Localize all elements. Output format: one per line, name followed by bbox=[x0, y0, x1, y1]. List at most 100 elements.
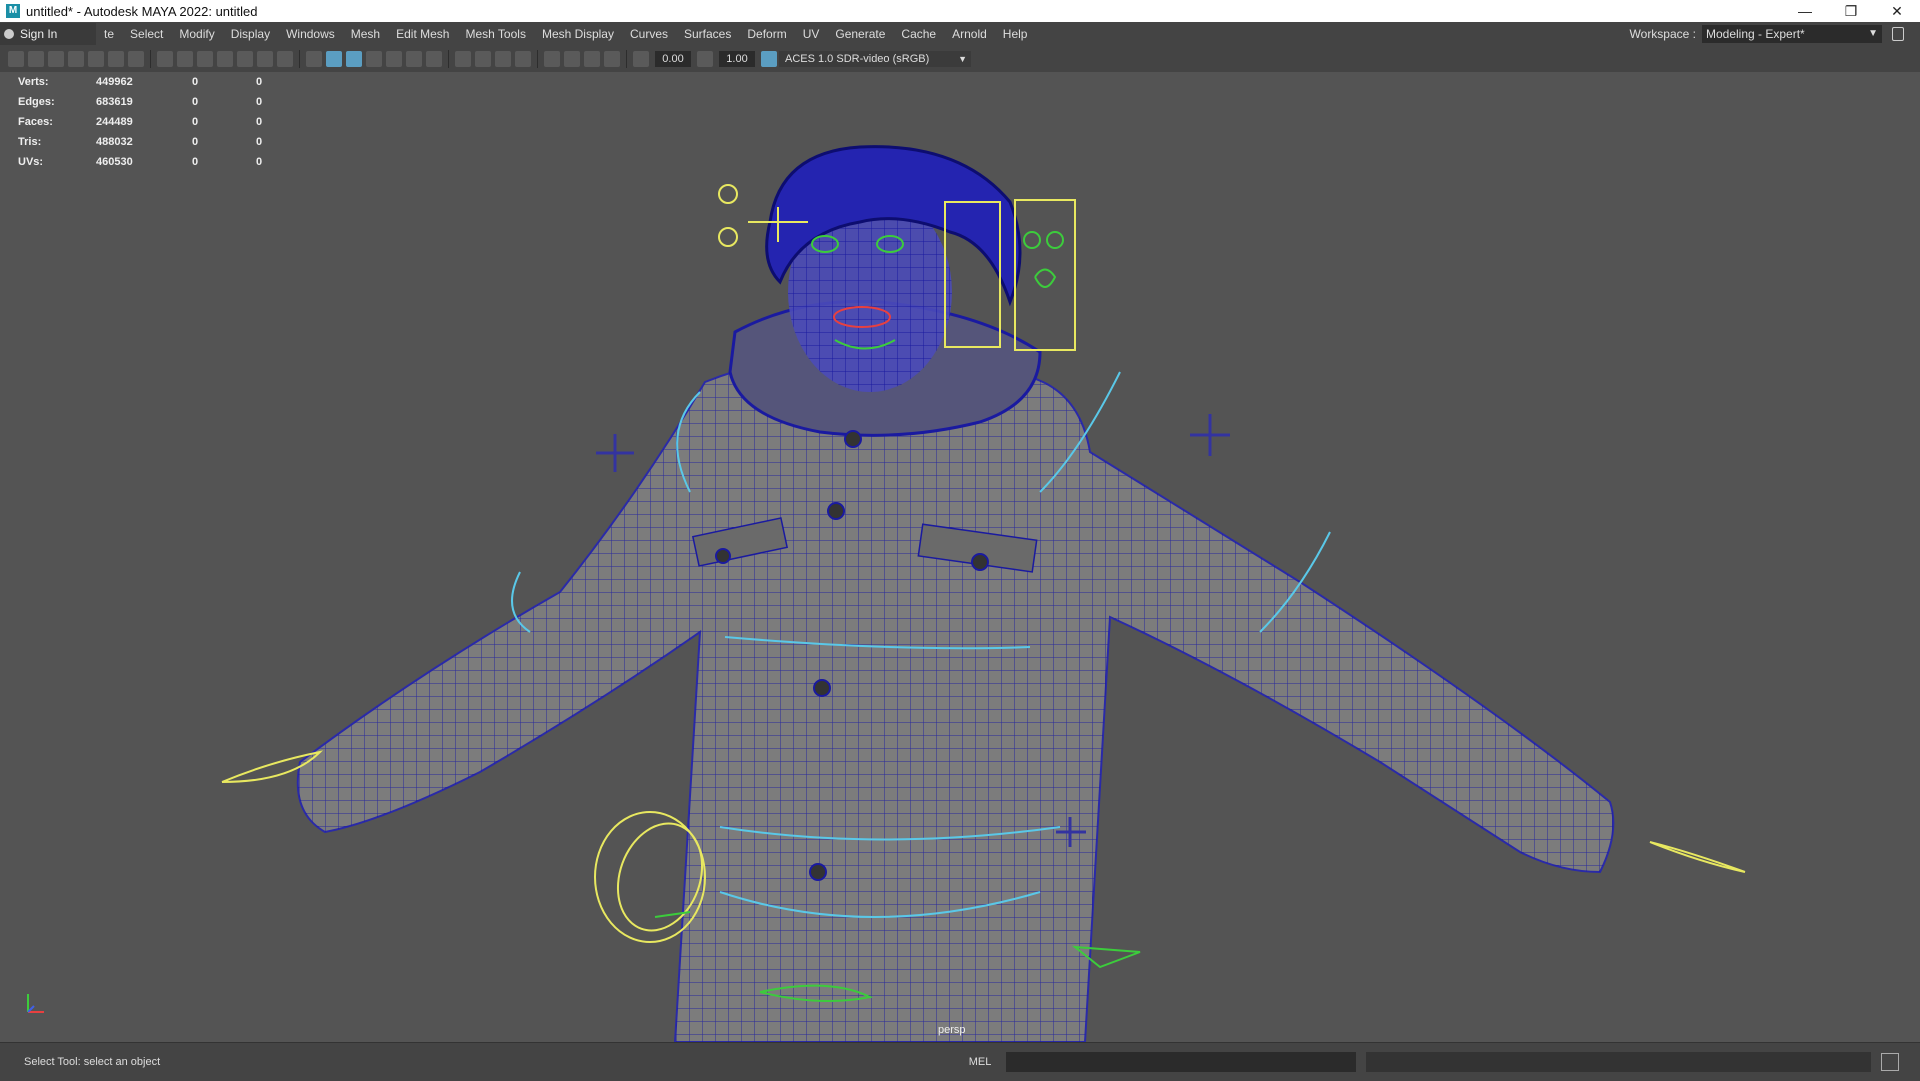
grid-icon[interactable] bbox=[157, 51, 173, 67]
window-title: untitled* - Autodesk MAYA 2022: untitled bbox=[26, 3, 258, 19]
textured-icon[interactable] bbox=[366, 51, 382, 67]
menu-deform[interactable]: Deform bbox=[739, 27, 794, 41]
bookmark-icon[interactable] bbox=[48, 51, 64, 67]
color-management-icon[interactable] bbox=[761, 51, 777, 67]
safe-action-icon[interactable] bbox=[257, 51, 273, 67]
depth-of-field-icon[interactable] bbox=[515, 51, 531, 67]
safe-title-icon[interactable] bbox=[277, 51, 293, 67]
camera-select-icon[interactable] bbox=[8, 51, 24, 67]
close-icon[interactable]: ✕ bbox=[1874, 0, 1920, 22]
menu-uv[interactable]: UV bbox=[795, 27, 828, 41]
hud-component-value: 0 bbox=[256, 76, 263, 88]
menu-file-truncated[interactable]: te bbox=[96, 27, 122, 41]
command-line-input[interactable] bbox=[1006, 1052, 1356, 1072]
workspace-dropdown[interactable]: Modeling - Expert* ▼ bbox=[1702, 25, 1882, 43]
menu-arnold[interactable]: Arnold bbox=[944, 27, 995, 41]
maya-logo-icon: M bbox=[6, 4, 20, 18]
toolbar-divider bbox=[448, 50, 449, 68]
field-chart-icon[interactable] bbox=[237, 51, 253, 67]
hud-component-value: 0 bbox=[256, 96, 263, 108]
menu-help[interactable]: Help bbox=[995, 27, 1036, 41]
menu-surfaces[interactable]: Surfaces bbox=[676, 27, 739, 41]
menu-windows[interactable]: Windows bbox=[278, 27, 343, 41]
xray-joints-icon[interactable] bbox=[564, 51, 580, 67]
grease-pencil-icon[interactable] bbox=[128, 51, 144, 67]
sign-in-label: Sign In bbox=[20, 27, 58, 41]
hud-value: 244489 bbox=[96, 116, 133, 128]
menu-mesh-display[interactable]: Mesh Display bbox=[534, 27, 622, 41]
backface-culling-icon[interactable] bbox=[604, 51, 620, 67]
menu-curves[interactable]: Curves bbox=[622, 27, 676, 41]
menu-bar: Sign In te Select Modify Display Windows… bbox=[0, 22, 1920, 46]
workspace-value: Modeling - Expert* bbox=[1706, 27, 1805, 41]
hud-label: Faces: bbox=[18, 116, 53, 128]
shadows-icon[interactable] bbox=[406, 51, 422, 67]
menu-mesh[interactable]: Mesh bbox=[343, 27, 388, 41]
menu-edit-mesh[interactable]: Edit Mesh bbox=[388, 27, 457, 41]
minimize-icon[interactable]: — bbox=[1782, 0, 1828, 22]
hud-row-uvs: UVs: 460530 0 0 bbox=[18, 152, 320, 172]
hud-selected-value: 0 bbox=[192, 136, 199, 148]
view-transform-value: ACES 1.0 SDR-video (sRGB) bbox=[785, 53, 930, 65]
scene-graphics bbox=[221, 145, 1746, 1042]
view-transform-dropdown[interactable]: ACES 1.0 SDR-video (sRGB) ▼ bbox=[779, 51, 971, 67]
restore-icon[interactable]: ❐ bbox=[1828, 0, 1874, 22]
script-editor-icon[interactable] bbox=[1881, 1053, 1899, 1071]
ambient-occlusion-icon[interactable] bbox=[455, 51, 471, 67]
image-plane-icon[interactable] bbox=[88, 51, 104, 67]
wireframe-on-shaded-icon[interactable] bbox=[346, 51, 362, 67]
script-language-label[interactable]: MEL bbox=[960, 1056, 1000, 1068]
resolution-gate-icon[interactable] bbox=[197, 51, 213, 67]
hud-row-faces: Faces: 244489 0 0 bbox=[18, 112, 320, 132]
gamma-icon[interactable] bbox=[697, 51, 713, 67]
hud-selected-value: 0 bbox=[192, 96, 199, 108]
exposure-field[interactable]: 0.00 bbox=[655, 51, 691, 67]
workspace-label: Workspace : bbox=[1629, 27, 1696, 41]
hud-row-tris: Tris: 488032 0 0 bbox=[18, 132, 320, 152]
motion-blur-icon[interactable] bbox=[475, 51, 491, 67]
isolate-select-icon[interactable] bbox=[544, 51, 560, 67]
hud-component-value: 0 bbox=[256, 116, 263, 128]
sign-in-button[interactable]: Sign In bbox=[0, 23, 96, 45]
menu-display[interactable]: Display bbox=[223, 27, 278, 41]
exposure-icon[interactable] bbox=[633, 51, 649, 67]
xray-active-components-icon[interactable] bbox=[584, 51, 600, 67]
character-model[interactable] bbox=[296, 145, 1615, 1042]
toolbar-divider bbox=[537, 50, 538, 68]
hud-row-verts: Verts: 449962 0 0 bbox=[18, 72, 320, 92]
gamma-field[interactable]: 1.00 bbox=[719, 51, 755, 67]
hud-value: 449962 bbox=[96, 76, 133, 88]
menu-generate[interactable]: Generate bbox=[827, 27, 893, 41]
hud-row-edges: Edges: 683619 0 0 bbox=[18, 92, 320, 112]
title-bar: M untitled* - Autodesk MAYA 2022: untitl… bbox=[0, 0, 1920, 22]
hud-label: UVs: bbox=[18, 156, 44, 168]
lock-icon[interactable] bbox=[1892, 27, 1904, 41]
menu-modify[interactable]: Modify bbox=[171, 27, 222, 41]
menu-cache[interactable]: Cache bbox=[893, 27, 944, 41]
camera-attributes-icon[interactable] bbox=[28, 51, 44, 67]
wireframe-icon[interactable] bbox=[306, 51, 322, 67]
film-gate-icon[interactable] bbox=[177, 51, 193, 67]
use-all-lights-icon[interactable] bbox=[386, 51, 402, 67]
hud-component-value: 0 bbox=[256, 156, 263, 168]
anti-aliasing-icon[interactable] bbox=[495, 51, 511, 67]
window-controls: — ❐ ✕ bbox=[1782, 0, 1920, 22]
2d-pan-zoom-icon[interactable] bbox=[108, 51, 124, 67]
axis-gizmo-icon bbox=[20, 990, 50, 1025]
3d-viewport[interactable]: Verts: 449962 0 0 Edges: 683619 0 0 Face… bbox=[0, 72, 1920, 1042]
hud-label: Edges: bbox=[18, 96, 55, 108]
bookmark-add-icon[interactable] bbox=[68, 51, 84, 67]
menu-select[interactable]: Select bbox=[122, 27, 171, 41]
toolbar-divider bbox=[150, 50, 151, 68]
help-line: Select Tool: select an object bbox=[24, 1056, 161, 1068]
hud-component-value: 0 bbox=[256, 136, 263, 148]
hud-label: Verts: bbox=[18, 76, 49, 88]
hud-selected-value: 0 bbox=[192, 116, 199, 128]
chevron-down-icon: ▼ bbox=[958, 54, 967, 64]
smooth-shade-icon[interactable] bbox=[326, 51, 342, 67]
xray-icon[interactable] bbox=[426, 51, 442, 67]
chevron-down-icon: ▼ bbox=[1868, 28, 1878, 39]
hud-value: 460530 bbox=[96, 156, 133, 168]
gate-mask-icon[interactable] bbox=[217, 51, 233, 67]
menu-mesh-tools[interactable]: Mesh Tools bbox=[457, 27, 533, 41]
